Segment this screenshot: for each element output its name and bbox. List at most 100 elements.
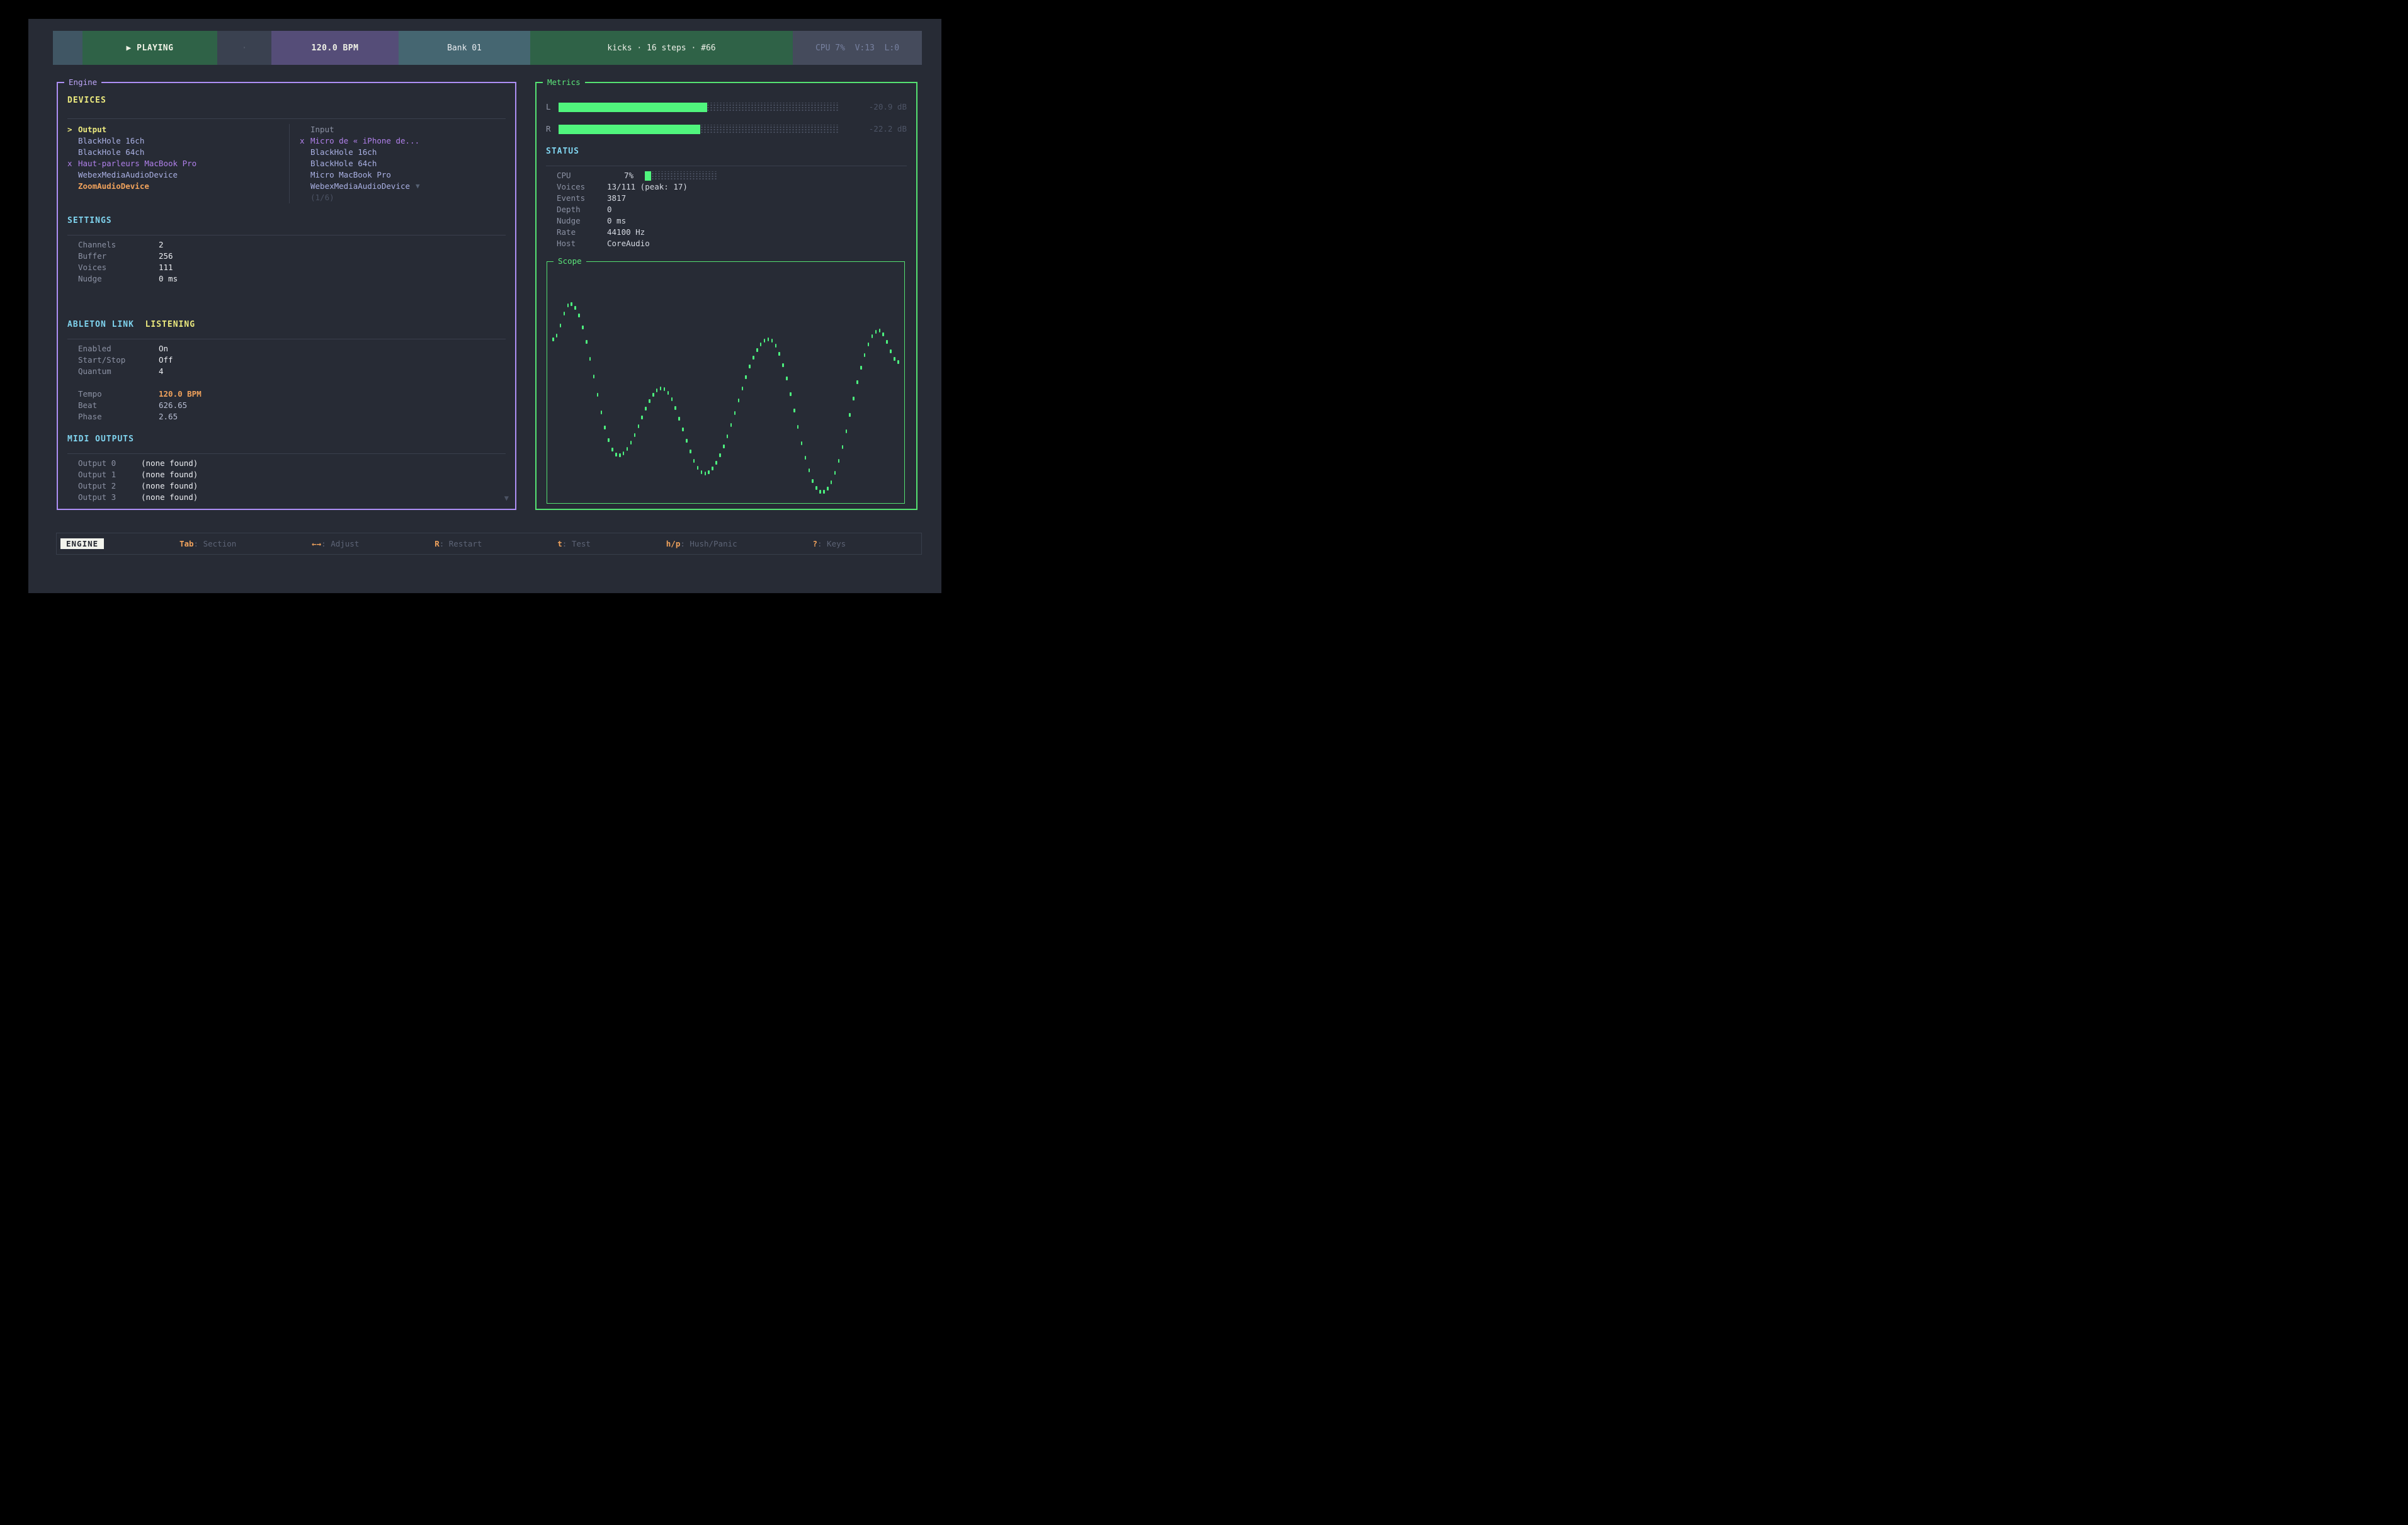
output-device-header[interactable]: >Output [67, 124, 289, 135]
scope-sample-dot [842, 445, 844, 449]
ableton-row-value[interactable]: Off [159, 354, 173, 366]
input-device-item[interactable]: xMicro de « iPhone de... [300, 135, 506, 147]
status-value: 0 [607, 204, 612, 215]
midi-output-row-value[interactable]: (none found) [141, 480, 198, 492]
shortcut-hint: h/p: Hush/Panic [666, 539, 737, 548]
shortcut-label: : Keys [817, 539, 846, 548]
scope-sample-dot [886, 340, 888, 344]
input-device-item[interactable]: BlackHole 64ch [300, 158, 506, 169]
shortcut-label: : Adjust [321, 539, 359, 548]
scope-sample-dot [705, 472, 707, 475]
midi-output-row-label: Output 2 [78, 480, 141, 492]
midi-output-row-value[interactable]: (none found) [141, 492, 198, 503]
mode-tab-engine[interactable]: ENGINE [60, 538, 104, 549]
setting-row-value[interactable]: 111 [159, 262, 173, 273]
device-columns: >Output BlackHole 16chBlackHole 64chxHau… [67, 124, 506, 203]
scope-sample-dot [652, 393, 654, 397]
scope-waveform [552, 271, 899, 498]
midi-output-row-value[interactable]: (none found) [141, 458, 198, 469]
ableton-tempo-row-value[interactable]: 626.65 [159, 400, 187, 411]
dropdown-arrow-icon[interactable]: ▼ [416, 181, 420, 192]
ableton-tempo-row-value[interactable]: 2.65 [159, 411, 178, 422]
scope-sample-dot [834, 471, 836, 475]
scope-sample-dot [823, 490, 825, 494]
midi-output-row-label: Output 3 [78, 492, 141, 503]
ableton-row-value[interactable]: 4 [159, 366, 164, 377]
input-device-item[interactable]: Micro MacBook Pro [300, 169, 506, 181]
midi-output-row-value[interactable]: (none found) [141, 469, 198, 480]
scope-sample-dot [793, 409, 795, 412]
status-label: Events [557, 193, 607, 204]
setting-row-label: Buffer [78, 251, 159, 262]
ableton-tempo-row: Beat626.65 [67, 400, 506, 411]
shortcut-label: : Section [194, 539, 237, 548]
scope-sample-dot [809, 468, 810, 472]
meter-db-value: -20.9 dB [839, 101, 907, 113]
scope-sample-dot [730, 423, 732, 427]
scope-sample-dot [656, 388, 658, 392]
scope-sample-dot [638, 424, 640, 428]
scope-sample-dot [756, 348, 758, 352]
device-label: BlackHole 16ch [78, 135, 144, 147]
shortcut-key: ←→ [312, 539, 321, 548]
scope-sample-dot [819, 490, 821, 494]
status-heading: STATUS [546, 146, 907, 157]
ableton-row-value[interactable]: On [159, 343, 168, 354]
shortcut-label: : Hush/Panic [680, 539, 737, 548]
ableton-link-heading: ABLETON LINK [67, 320, 134, 329]
shortcut-key: Tab [179, 539, 194, 548]
meter-fill [559, 125, 700, 134]
status-value: 3817 [607, 193, 626, 204]
output-device-item[interactable]: WebexMediaAudioDevice [67, 169, 289, 181]
input-device-item[interactable]: BlackHole 16ch [300, 147, 506, 158]
scope-sample-dot [742, 387, 744, 390]
ableton-tempo-row-value[interactable]: 120.0 BPM [159, 388, 202, 400]
setting-row-label: Channels [78, 239, 159, 251]
prefix-spacer [67, 181, 78, 192]
setting-row-value[interactable]: 0 ms [159, 273, 178, 285]
output-device-item[interactable]: ZoomAudioDevice [67, 181, 289, 192]
shortcut-hint: R: Restart [434, 539, 482, 548]
scroll-down-icon[interactable]: ▼ [504, 494, 509, 502]
scope-sample-dot [879, 329, 881, 332]
scope-sample-dot [875, 330, 877, 334]
output-device-item[interactable]: xHaut-parleurs MacBook Pro [67, 158, 289, 169]
scope-sample-dot [574, 306, 576, 310]
divider [67, 453, 506, 454]
metrics-panel-title: Metrics [543, 77, 585, 88]
level-meters: L-20.9 dBR-22.2 dB [546, 102, 907, 134]
input-device-header[interactable]: Input [300, 124, 506, 135]
scope-sample-dot [619, 453, 621, 457]
output-device-item[interactable]: BlackHole 64ch [67, 147, 289, 158]
scope-sample-dot [623, 451, 625, 455]
topbar-segment-stats: CPU 7% V:13 L:0 [793, 31, 922, 65]
ableton-tempo-rows: Tempo120.0 BPMBeat626.65Phase2.65 [67, 388, 506, 422]
scope-sample-dot [597, 393, 599, 397]
midi-output-row-label: Output 0 [78, 458, 141, 469]
device-label: Haut-parleurs MacBook Pro [78, 158, 196, 169]
scope-sample-dot [801, 441, 803, 445]
shortcut-key: R [434, 539, 440, 548]
ableton-row: EnabledOn [67, 343, 506, 354]
scope-sample-dot [608, 438, 610, 442]
shortcut-hints: Tab: Section←→: AdjustR: Restartt: Testh… [104, 539, 921, 548]
cpu-meter-track [645, 171, 718, 181]
scope-sample-dot [745, 375, 747, 379]
output-device-item[interactable]: BlackHole 16ch [67, 135, 289, 147]
scope-sample-dot [764, 339, 766, 343]
setting-row-value[interactable]: 256 [159, 251, 173, 262]
meter-channel-label: L [546, 101, 559, 113]
status-row-depth: Depth0 [546, 204, 907, 215]
setting-row-value[interactable]: 2 [159, 239, 164, 251]
topbar-segment-transport: ▶ PLAYING [82, 31, 217, 65]
scope-sample-dot [634, 433, 636, 437]
app-window: ▶ PLAYING·120.0 BPMBank 01kicks · 16 ste… [28, 19, 941, 593]
input-device-item[interactable]: WebexMediaAudioDevice▼ [300, 181, 506, 192]
shortcut-key: h/p [666, 539, 681, 548]
scope-sample-dot [775, 344, 777, 348]
setting-row: Channels2 [67, 239, 506, 251]
device-label: ZoomAudioDevice [78, 181, 149, 192]
scope-sample-dot [846, 429, 848, 433]
scope-sample-dot [805, 456, 807, 460]
scope-sample-dot [641, 416, 643, 419]
